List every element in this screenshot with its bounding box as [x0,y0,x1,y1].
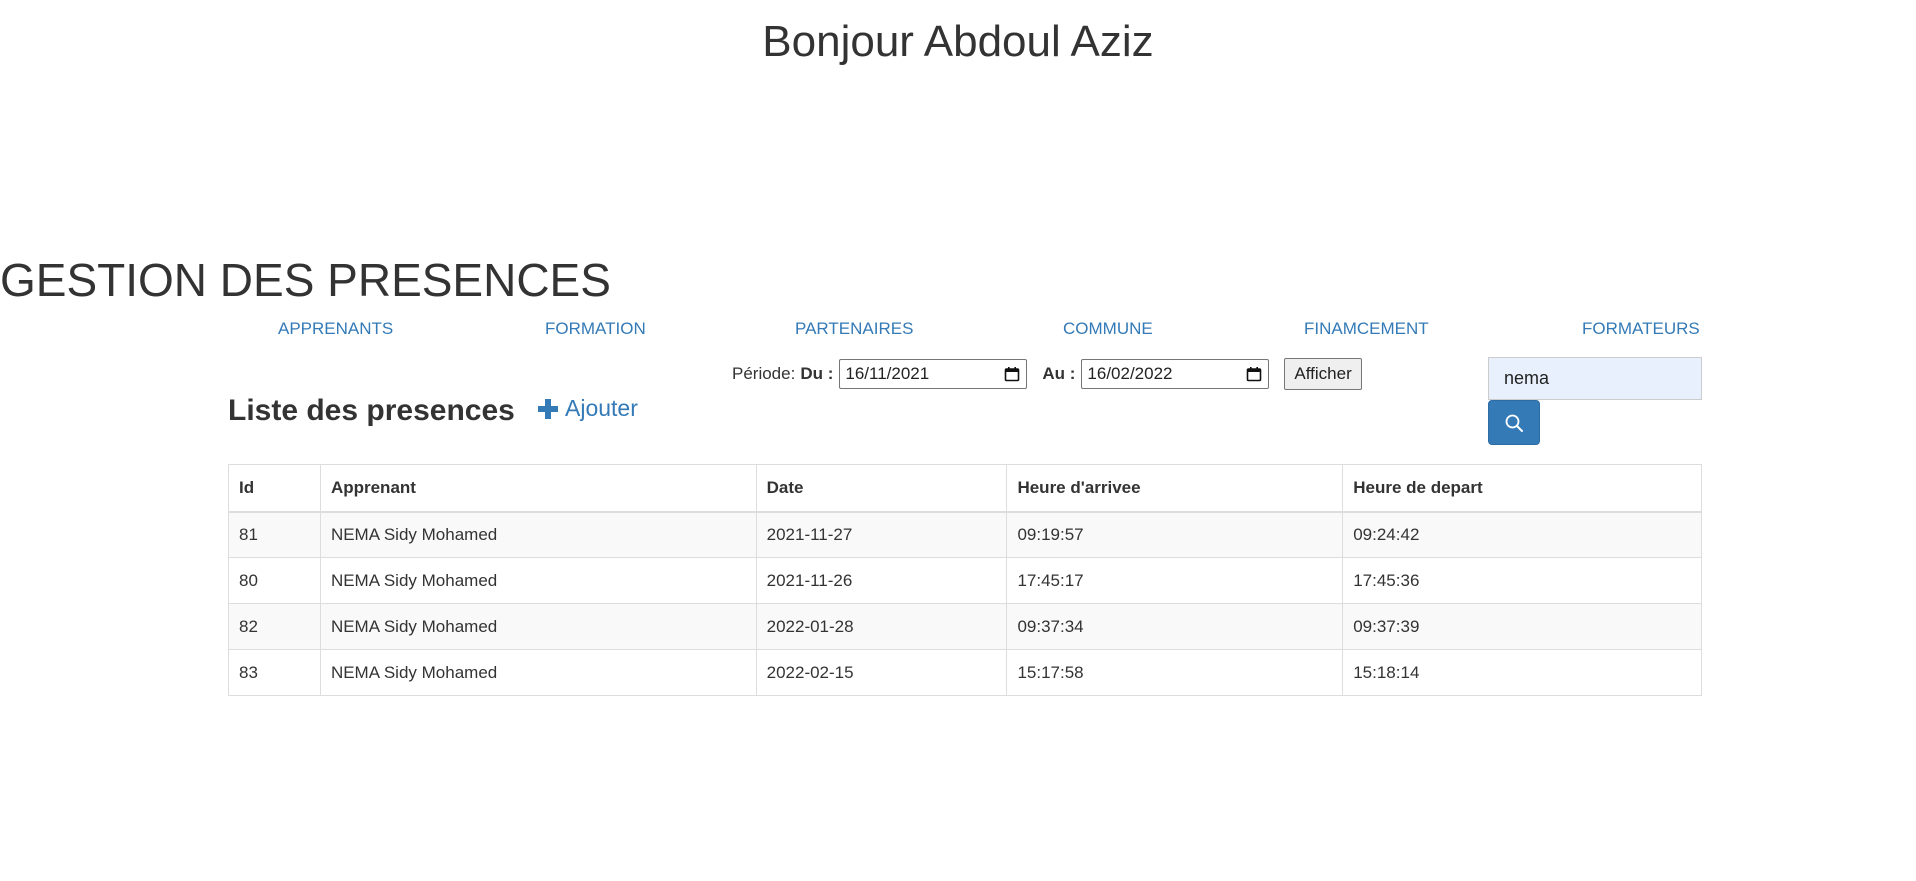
date-to-value: 16/02/2022 [1087,364,1173,383]
cell-apprenant: NEMA Sidy Mohamed [319,511,757,558]
table-header-row: Id Apprenant Date Heure d'arrivee Heure … [228,464,1702,513]
column-header-date: Date [755,464,1008,513]
nav-item-apprenants[interactable]: APPRENANTS [278,319,393,339]
column-header-apprenant: Apprenant [319,464,757,513]
page-title: GESTION DES PRESENCES [0,254,611,306]
period-label: Période: [732,364,796,383]
search-icon [1505,414,1523,432]
table-row: 82 NEMA Sidy Mohamed 2022-01-28 09:37:34… [228,603,1702,650]
nav-item-formateurs[interactable]: FORMATEURS [1582,319,1700,339]
column-header-id: Id [228,464,321,513]
cell-id: 83 [228,649,321,696]
cell-heure-depart: 15:18:14 [1342,649,1702,696]
date-from-value: 16/11/2021 [845,364,930,383]
cell-date: 2021-11-27 [755,511,1008,558]
cell-heure-depart: 09:37:39 [1342,603,1702,650]
cell-heure-depart: 17:45:36 [1342,557,1702,604]
nav-item-finamcement[interactable]: FINAMCEMENT [1304,319,1429,339]
main-nav: APPRENANTS FORMATION PARTENAIRES COMMUNE… [228,319,1701,343]
list-title: Liste des presences [228,394,515,427]
date-from-input[interactable]: 16/11/2021 [839,359,1028,389]
date-to-input[interactable]: 16/02/2022 [1081,359,1270,389]
calendar-icon[interactable] [1004,366,1020,382]
cell-heure-arrivee: 09:37:34 [1006,603,1344,650]
cell-heure-arrivee: 09:19:57 [1006,511,1344,558]
au-label: Au : [1042,364,1076,383]
nav-item-partenaires[interactable]: PARTENAIRES [795,319,913,339]
table-row: 81 NEMA Sidy Mohamed 2021-11-27 09:19:57… [228,511,1702,558]
calendar-icon[interactable] [1246,366,1262,382]
search-input[interactable] [1488,357,1702,400]
column-header-heure-arrivee: Heure d'arrivee [1006,464,1344,513]
table-row: 80 NEMA Sidy Mohamed 2021-11-26 17:45:17… [228,557,1702,604]
nav-item-formation[interactable]: FORMATION [545,319,646,339]
cell-apprenant: NEMA Sidy Mohamed [319,557,757,604]
cell-apprenant: NEMA Sidy Mohamed [319,603,757,650]
cell-date: 2021-11-26 [755,557,1008,604]
cell-heure-depart: 09:24:42 [1342,511,1702,558]
cell-date: 2022-02-15 [755,649,1008,696]
period-filter-form: Période: Du : 16/11/2021 Au : 16/02/2022… [732,358,1362,390]
greeting-heading: Bonjour Abdoul Aziz [762,17,1154,66]
plus-icon [538,398,558,419]
add-label: Ajouter [565,395,638,421]
add-button[interactable]: Ajouter [537,395,638,422]
presences-table: Id Apprenant Date Heure d'arrivee Heure … [228,464,1702,696]
cell-id: 81 [228,511,321,558]
search-button[interactable] [1488,400,1540,445]
column-header-heure-depart: Heure de depart [1342,464,1702,513]
table-row: 83 NEMA Sidy Mohamed 2022-02-15 15:17:58… [228,649,1702,696]
cell-date: 2022-01-28 [755,603,1008,650]
cell-id: 82 [228,603,321,650]
cell-heure-arrivee: 15:17:58 [1006,649,1344,696]
afficher-button[interactable]: Afficher [1284,358,1362,390]
cell-apprenant: NEMA Sidy Mohamed [319,649,757,696]
du-label: Du : [800,364,834,383]
nav-item-commune[interactable]: COMMUNE [1063,319,1153,339]
cell-id: 80 [228,557,321,604]
cell-heure-arrivee: 17:45:17 [1006,557,1344,604]
